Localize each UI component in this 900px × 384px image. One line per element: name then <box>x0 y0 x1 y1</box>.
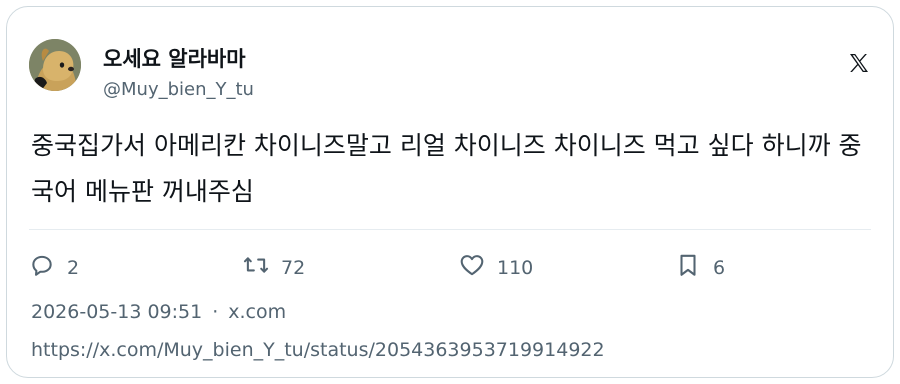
display-name[interactable]: 오세요 알라바마 <box>103 43 246 73</box>
divider <box>29 229 871 230</box>
bookmark-icon <box>675 252 701 283</box>
retweet-button[interactable]: 72 <box>243 252 305 283</box>
tweet-url[interactable]: https://x.com/Muy_bien_Y_tu/status/20543… <box>31 339 605 361</box>
tweet-card: 오세요 알라바마 @Muy_bien_Y_tu 중국집가서 아메리칸 차이니즈말… <box>6 6 894 378</box>
x-logo-icon[interactable] <box>847 51 871 75</box>
meta-separator: · <box>212 301 219 323</box>
bookmark-button[interactable]: 6 <box>675 252 725 283</box>
reply-count: 2 <box>67 256 80 279</box>
tweet-meta: 2026-05-13 09:51 · x.com <box>31 301 286 323</box>
avatar[interactable] <box>29 39 81 91</box>
tweet-text: 중국집가서 아메리칸 차이니즈말고 리얼 차이니즈 차이니즈 먹고 싶다 하니까… <box>31 131 862 206</box>
retweet-icon <box>243 252 269 283</box>
like-count: 110 <box>497 256 534 279</box>
like-button[interactable]: 110 <box>459 252 533 283</box>
heart-icon <box>459 252 485 283</box>
user-handle[interactable]: @Muy_bien_Y_tu <box>103 79 254 100</box>
retweet-count: 72 <box>281 256 306 279</box>
timestamp[interactable]: 2026-05-13 09:51 <box>31 301 202 323</box>
source-domain[interactable]: x.com <box>228 301 286 323</box>
bookmark-count: 6 <box>713 256 726 279</box>
reply-button[interactable]: 2 <box>29 252 79 283</box>
reply-icon <box>29 252 55 283</box>
